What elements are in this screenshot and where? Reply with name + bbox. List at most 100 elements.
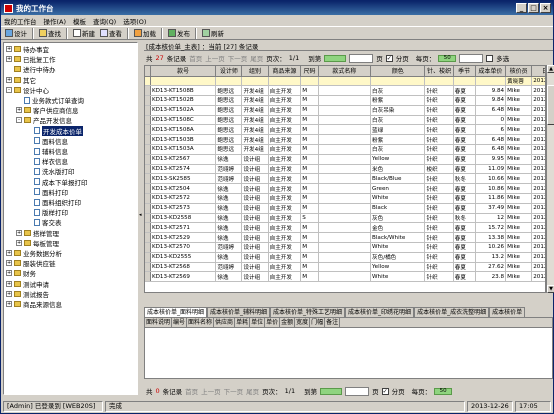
- table-cell[interactable]: KD13-KT1502A: [150, 105, 217, 116]
- column-header[interactable]: 成本单价: [475, 66, 507, 77]
- table-cell[interactable]: Mike: [505, 242, 533, 253]
- table-cell[interactable]: 针织: [424, 105, 454, 116]
- goto-page-field[interactable]: [349, 53, 374, 63]
- table-cell[interactable]: KD13-KD2555: [150, 252, 217, 263]
- table-cell[interactable]: 蓝绿: [370, 124, 426, 136]
- table-cell[interactable]: 鲍思远: [215, 85, 243, 97]
- table-cell[interactable]: White: [370, 193, 426, 204]
- expand-icon[interactable]: +: [6, 260, 12, 267]
- table-row[interactable]: KD13-KT2568 范翊婷 设计组 自主开发 M Yellow 针织 春夏 27.62 Mik…: [145, 262, 545, 273]
- table-cell[interactable]: 针织: [424, 144, 454, 155]
- table-cell[interactable]: 37.49: [475, 203, 507, 214]
- table-cell[interactable]: 6.48: [475, 105, 507, 116]
- table-cell[interactable]: 6: [475, 124, 507, 136]
- table-cell[interactable]: 自主开发: [268, 193, 302, 204]
- table-row[interactable]: KD13-KT1502A 鲍思远 开发4组 自主开发 M 白灰吊染 针织 春夏 6.48 Mike…: [145, 105, 545, 116]
- table-cell[interactable]: 鲍思远: [215, 105, 243, 116]
- detail-column-header[interactable]: 宽度: [295, 318, 311, 327]
- table-cell[interactable]: 春夏: [453, 232, 476, 244]
- table-cell[interactable]: M: [300, 124, 319, 136]
- next-page-link[interactable]: 下一页: [228, 53, 248, 63]
- tree-node[interactable]: + 待办事宜: [6, 45, 49, 54]
- view-button[interactable]: 查看: [98, 27, 124, 39]
- scroll-up-icon[interactable]: ▲: [547, 65, 554, 73]
- table-cell[interactable]: 春夏: [453, 164, 476, 175]
- expand-icon[interactable]: +: [6, 76, 12, 83]
- detail-last-page-link[interactable]: 尾页: [246, 386, 259, 396]
- table-row[interactable]: KD13-SK2585 范翊婷 设计组 自主开发 M Black/Blue 针织 秋冬 10.6…: [145, 173, 545, 185]
- table-cell[interactable]: [318, 193, 372, 204]
- table-cell[interactable]: 针织: [424, 173, 454, 185]
- first-page-link[interactable]: 首页: [189, 53, 202, 63]
- table-cell[interactable]: 白灰: [370, 144, 426, 155]
- table-cell[interactable]: 徐逸: [215, 154, 243, 165]
- table-cell[interactable]: [318, 173, 372, 185]
- table-cell[interactable]: 设计组: [241, 173, 269, 185]
- table-cell[interactable]: M: [300, 144, 319, 155]
- table-cell[interactable]: 2012-7-20: [531, 134, 545, 146]
- table-cell[interactable]: 针织: [424, 154, 454, 165]
- navigation-tree[interactable]: + 待办事宜 + 已批复工作 进行中待办 + 其它 - 设计中心 业务款式订单查询 + 客户供应商信息…: [3, 42, 138, 395]
- table-cell[interactable]: KD13-KT2572: [150, 193, 217, 204]
- table-cell[interactable]: 鲍思远: [215, 124, 243, 136]
- table-cell[interactable]: 春夏: [453, 134, 476, 146]
- tree-node[interactable]: 成本下单报打印: [26, 178, 88, 187]
- table-cell[interactable]: 2012-7-20: [531, 95, 545, 106]
- tree-node[interactable]: + 财务: [6, 269, 36, 278]
- table-cell[interactable]: 2012-7-20: [531, 242, 545, 253]
- table-cell[interactable]: 白灰: [370, 115, 426, 126]
- table-cell[interactable]: [318, 76, 372, 87]
- table-cell[interactable]: 自主开发: [268, 173, 302, 185]
- collapse-icon[interactable]: -: [16, 117, 22, 124]
- table-cell[interactable]: 春夏: [453, 262, 476, 273]
- menu-options[interactable]: 选项(O): [123, 16, 146, 26]
- table-cell[interactable]: Black/White: [370, 232, 426, 244]
- detail-tab[interactable]: 成本核价单_印绣花明细: [345, 307, 415, 317]
- table-row[interactable]: KD13-KT1502B 鲍思远 开发4组 自主开发 M 粉紫 针织 春夏 9.84 Mike 20…: [145, 95, 545, 106]
- table-cell[interactable]: M: [300, 232, 319, 244]
- table-cell[interactable]: M: [300, 154, 319, 165]
- table-cell[interactable]: 15.72: [475, 222, 507, 234]
- close-button[interactable]: ×: [540, 3, 551, 13]
- table-cell[interactable]: Mike: [505, 252, 533, 263]
- fabric-detail-grid[interactable]: 面料说明 编号 面料名称 供应商 单耗 单位 单价 金额 宽度 门幅 备注: [144, 317, 553, 379]
- table-cell[interactable]: KD13-KT2571: [150, 222, 217, 234]
- find-button[interactable]: 查找: [37, 27, 63, 39]
- table-cell[interactable]: 23.8: [475, 271, 507, 283]
- tree-node[interactable]: 面料打印: [26, 188, 68, 197]
- table-row[interactable]: KD13-KT1508A鲍思远开发4组自主开发M 蓝绿针织春夏6Mike2012-…: [145, 124, 545, 136]
- table-cell[interactable]: M: [300, 173, 319, 185]
- table-cell[interactable]: 设计组: [241, 154, 269, 165]
- table-cell[interactable]: KD13-KT2574: [150, 164, 217, 175]
- detail-tab[interactable]: 成本核价单_辅料明细: [207, 307, 271, 317]
- expand-icon[interactable]: +: [6, 56, 12, 63]
- table-cell[interactable]: 徐逸: [215, 222, 243, 234]
- goto-page-input[interactable]: [324, 54, 347, 62]
- table-cell[interactable]: 春夏: [453, 222, 476, 234]
- table-cell[interactable]: 自主开发: [268, 232, 302, 244]
- table-cell[interactable]: 黄晓蓉: [505, 76, 533, 87]
- tree-node[interactable]: 业务款式订单查询: [16, 96, 84, 105]
- table-cell[interactable]: 2012-7-20: [531, 262, 545, 273]
- table-cell[interactable]: 春夏: [453, 271, 476, 283]
- table-cell[interactable]: 自主开发: [268, 203, 302, 214]
- table-cell[interactable]: 自主开发: [268, 124, 302, 136]
- table-cell[interactable]: 开发4组: [241, 134, 269, 146]
- table-cell[interactable]: 自主开发: [268, 242, 302, 253]
- table-cell[interactable]: KD13-KT2569: [150, 271, 217, 283]
- detail-column-header[interactable]: 面料名称: [187, 318, 215, 327]
- table-cell[interactable]: Mike: [505, 271, 533, 283]
- table-cell[interactable]: Mike: [505, 222, 533, 234]
- table-cell[interactable]: [318, 203, 372, 214]
- table-cell[interactable]: 白灰吊染: [370, 105, 426, 116]
- table-row[interactable]: KD13-KT2569 徐逸 设计组 自主开发 M White 针织 春夏 23.8 Mike 20…: [145, 271, 545, 283]
- table-cell[interactable]: KD13-KT1508C: [150, 115, 217, 126]
- table-cell[interactable]: 春夏: [453, 242, 476, 253]
- table-cell[interactable]: Mike: [505, 164, 533, 175]
- detail-goto-page-input[interactable]: [320, 387, 343, 395]
- table-cell[interactable]: Mike: [505, 183, 533, 195]
- table-cell[interactable]: 米色: [370, 164, 426, 175]
- table-cell[interactable]: 2012-7-20: [531, 173, 545, 185]
- table-row[interactable]: KD13-KT2570 范翊婷 设计组 自主开发 M White 针织 春夏 10.26 Mike…: [145, 242, 545, 253]
- table-cell[interactable]: 2012-7-20: [531, 193, 545, 204]
